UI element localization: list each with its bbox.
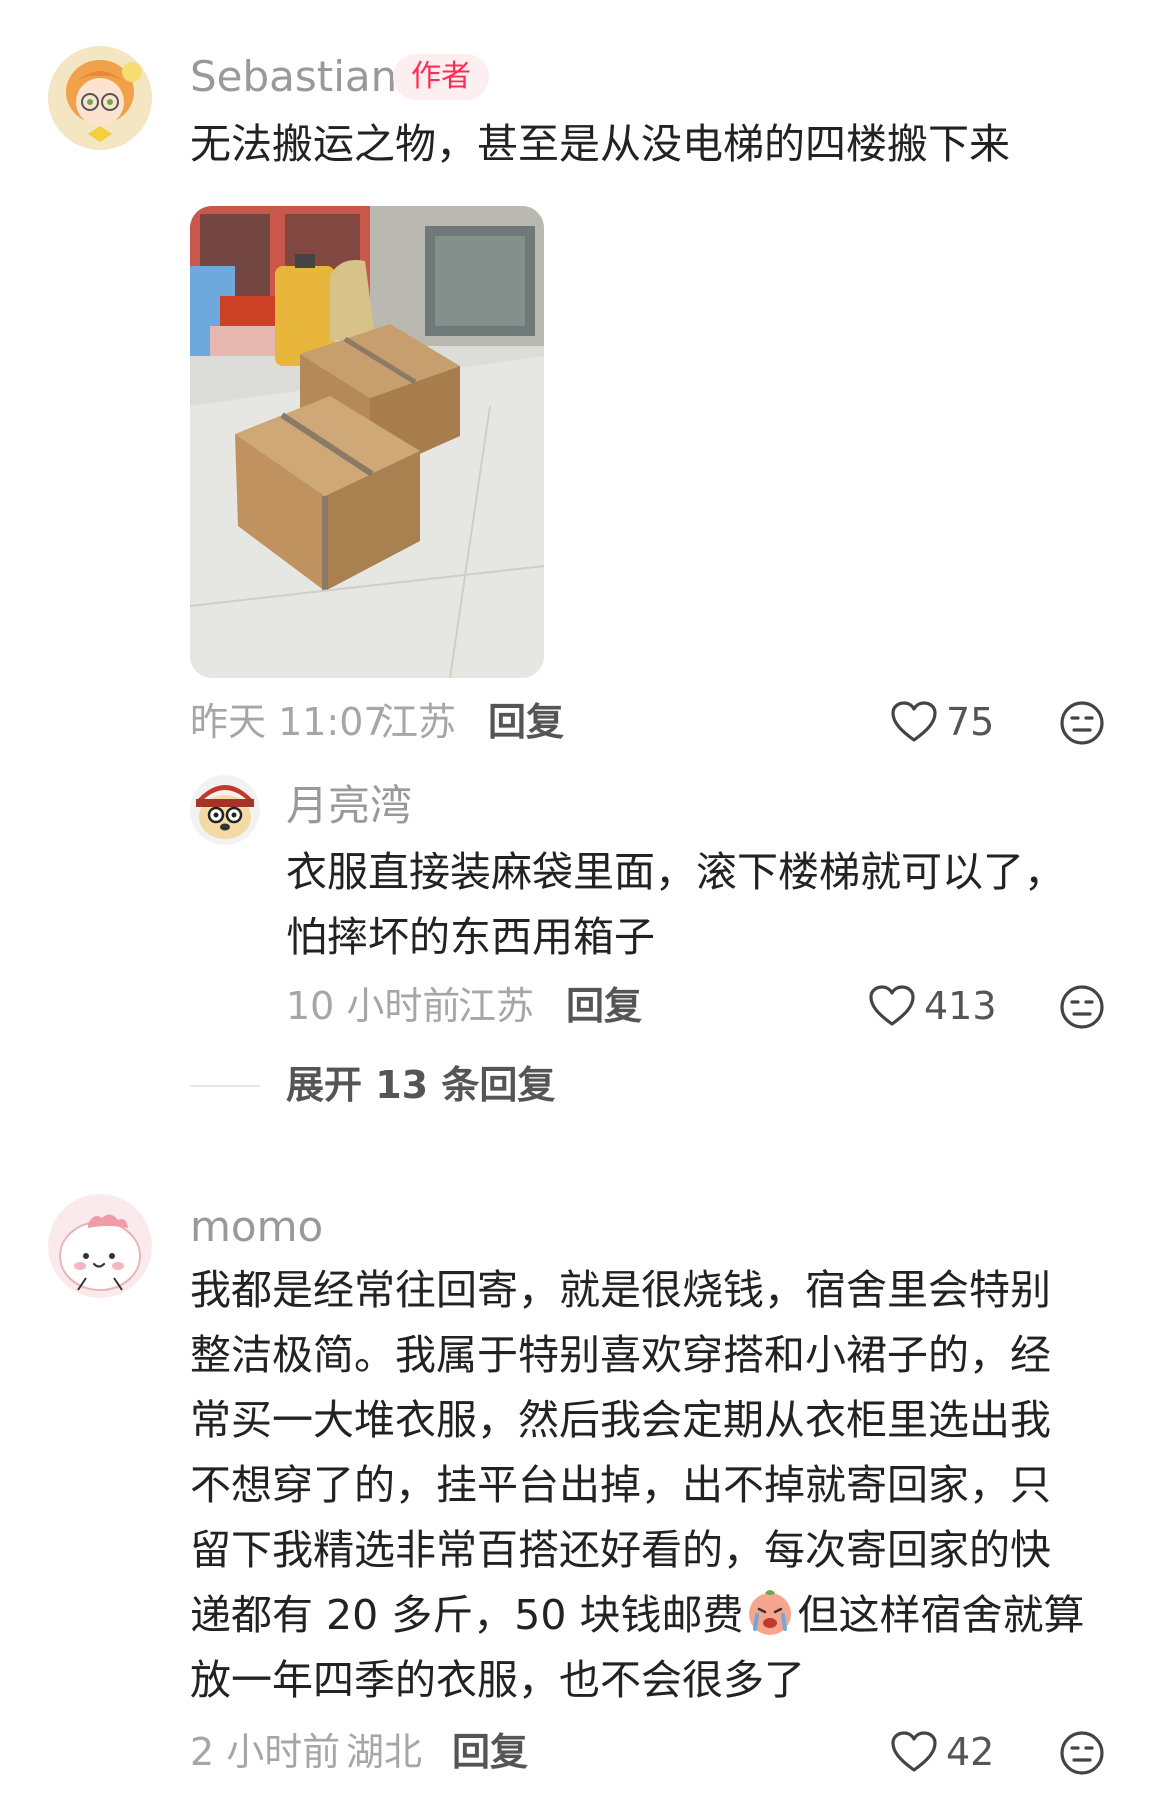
reply-button[interactable]: 回复 <box>488 703 564 741</box>
meh-face-icon <box>1060 1731 1104 1775</box>
puppy-glasses-avatar-icon <box>190 775 260 845</box>
comment-time: 昨天 11:07 <box>190 700 388 744</box>
comment-text: 无法搬运之物，甚至是从没电梯的四楼搬下来 <box>190 120 1010 168</box>
meh-face-icon <box>1060 701 1104 745</box>
like-button[interactable]: 75 <box>890 700 994 744</box>
author-badge: 作者 <box>393 54 489 100</box>
pink-blob-avatar-icon <box>48 1194 152 1298</box>
comment-image[interactable] <box>190 206 544 678</box>
username[interactable]: Sebastian <box>190 56 397 98</box>
avatar[interactable] <box>48 46 152 150</box>
like-count: 413 <box>924 984 997 1028</box>
reply-button[interactable]: 回复 <box>452 1733 528 1771</box>
boxes-photo-icon <box>190 206 544 678</box>
comment-location: 江苏 <box>380 700 457 744</box>
heart-icon <box>891 1731 937 1772</box>
expand-replies-button[interactable]: 展开 13 条回复 <box>286 1066 555 1104</box>
avatar[interactable] <box>190 775 260 845</box>
like-button[interactable]: 42 <box>890 1730 994 1774</box>
dislike-button[interactable] <box>1059 1730 1105 1780</box>
avatar[interactable] <box>48 1194 152 1298</box>
comment-location: 湖北 <box>346 1730 423 1774</box>
reply-button[interactable]: 回复 <box>566 987 642 1025</box>
reply-text: 衣服直接装麻袋里面，滚下楼梯就可以了， 怕摔坏的东西用箱子 <box>286 848 1065 961</box>
comment-text: 我都是经常往回寄，就是很烧钱，宿舍里会特别 整洁极简。我属于特别喜欢穿搭和小裙子… <box>190 1266 1085 1704</box>
like-button[interactable]: 413 <box>868 984 997 1028</box>
username[interactable]: momo <box>190 1206 323 1248</box>
meh-face-icon <box>1060 985 1104 1029</box>
like-count: 75 <box>946 700 995 744</box>
divider <box>190 1085 260 1087</box>
reply-location: 江苏 <box>458 984 535 1028</box>
username[interactable]: 月亮湾 <box>286 785 412 827</box>
reply-time: 10 小时前 <box>286 984 461 1028</box>
like-count: 42 <box>946 1730 995 1774</box>
comment-time: 2 小时前 <box>190 1730 341 1774</box>
dislike-button[interactable] <box>1059 700 1105 750</box>
anime-boy-avatar-icon <box>48 46 152 150</box>
dislike-button[interactable] <box>1059 984 1105 1034</box>
heart-icon <box>869 985 915 1026</box>
heart-icon <box>891 701 937 742</box>
crying-peach-emoji-icon <box>745 1587 795 1637</box>
